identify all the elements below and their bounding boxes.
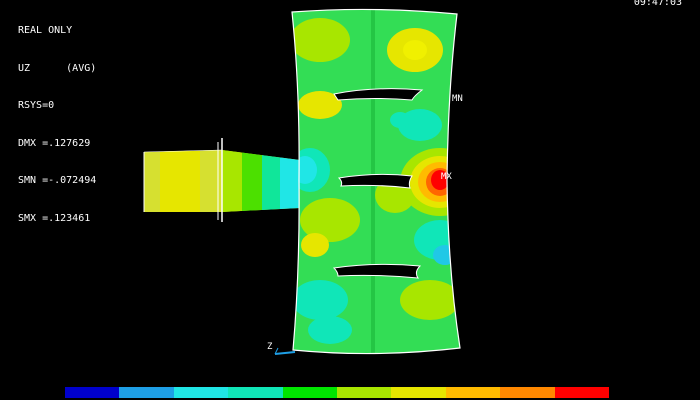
legend-swatch-5 (282, 387, 338, 398)
pipe-assembly (143, 138, 300, 222)
info-line-1: REAL ONLY (18, 25, 73, 36)
info-line-6: SMX =.123461 (18, 212, 91, 224)
triad-icon (274, 347, 296, 355)
clock-label: 09:47:03 (633, 0, 682, 8)
info-line-2: UZ (AVG) (18, 62, 97, 74)
ansys-graphics-window[interactable]: REAL ONLY UZ (AVG) RSYS=0 DMX =.127629 S… (0, 0, 700, 400)
triad-z-label: Z (267, 342, 273, 352)
legend-swatch-8 (445, 387, 501, 398)
info-line-4: DMX =.127629 (18, 137, 91, 149)
legend-swatch-4 (228, 387, 283, 398)
contour-plot (143, 8, 461, 355)
legend-swatch-10 (554, 387, 610, 398)
legend-swatch-7 (391, 387, 446, 398)
result-info: REAL ONLY UZ (AVG) RSYS=0 DMX =.127629 S… (18, 0, 96, 250)
min-marker: MN (452, 94, 463, 104)
legend-swatch-3 (173, 387, 229, 398)
contour-legend (65, 387, 610, 398)
legend-swatch-1 (65, 387, 120, 398)
max-marker: MX (441, 172, 452, 182)
info-line-5: SMN =-.072494 (18, 175, 97, 186)
legend-swatch-9 (500, 387, 555, 398)
legend-swatch-6 (337, 387, 392, 398)
info-line-3: RSYS=0 (18, 100, 55, 111)
legend-swatch-2 (119, 387, 174, 398)
